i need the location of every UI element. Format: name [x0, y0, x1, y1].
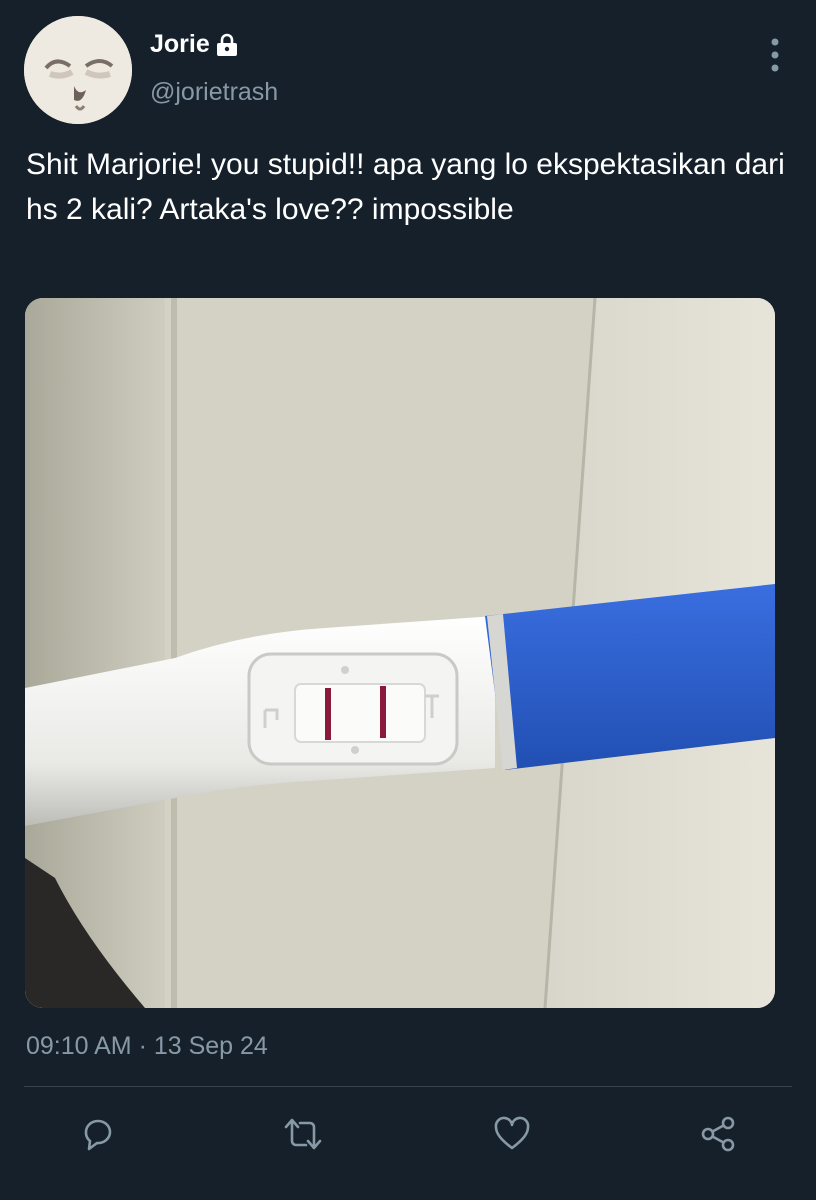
heart-icon: [492, 1115, 532, 1158]
avatar[interactable]: [24, 16, 132, 124]
display-name[interactable]: Jorie: [150, 30, 210, 59]
like-button[interactable]: [484, 1108, 540, 1164]
tweet-text: Shit Marjorie! you stupid!! apa yang lo …: [26, 148, 794, 226]
tweet-timestamp[interactable]: 09:10 AM · 13 Sep 24: [26, 1032, 268, 1061]
divider: [24, 1086, 792, 1087]
tweet-header: Jorie @jorietrash: [24, 16, 794, 128]
retweet-button[interactable]: [275, 1108, 331, 1164]
retweet-icon: [282, 1115, 324, 1158]
share-icon: [698, 1114, 738, 1159]
tweet-media-image[interactable]: [25, 298, 775, 1008]
more-vertical-icon[interactable]: [770, 38, 780, 72]
tweet-actions: [0, 1108, 816, 1168]
reply-icon: [79, 1115, 117, 1158]
reply-button[interactable]: [70, 1108, 126, 1164]
share-button[interactable]: [690, 1108, 746, 1164]
name-row: Jorie: [150, 30, 238, 59]
user-handle[interactable]: @jorietrash: [150, 78, 278, 107]
lock-icon: [216, 33, 238, 57]
